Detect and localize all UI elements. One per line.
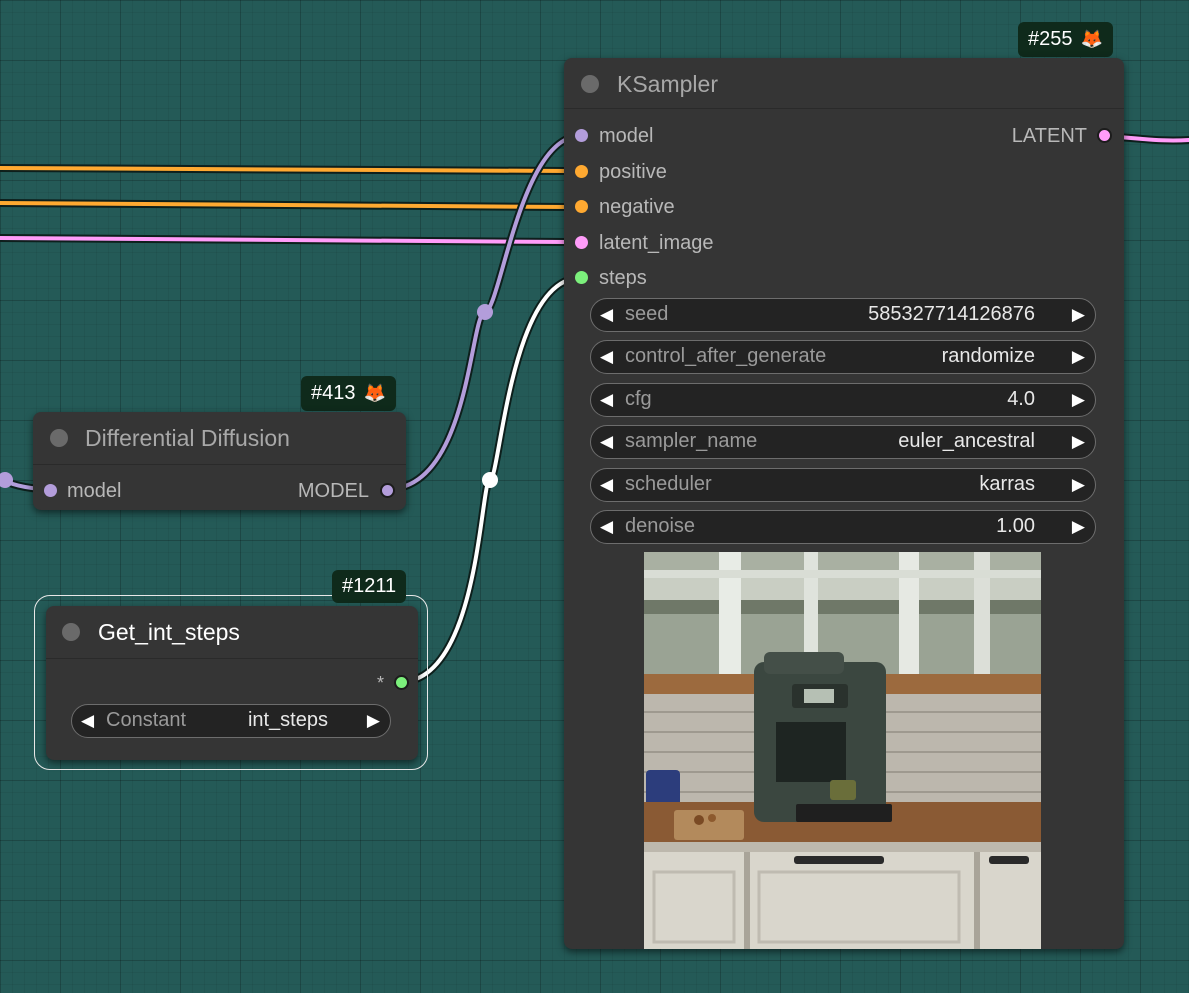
link-positive	[0, 164, 572, 175]
increment-arrow-icon[interactable]: ▶	[1072, 426, 1085, 457]
input-slot-positive-dot[interactable]	[575, 165, 588, 178]
node-title-bar[interactable]: Get_int_steps	[46, 606, 418, 659]
increment-arrow-icon[interactable]: ▶	[1072, 341, 1085, 372]
output-slot-latent: LATENT	[1011, 125, 1087, 147]
decrement-arrow-icon[interactable]: ◀	[81, 705, 94, 736]
preview-image[interactable]	[644, 552, 1041, 949]
widget-denoise[interactable]: ◀ denoise 1.00 ▶	[590, 510, 1096, 544]
decrement-arrow-icon[interactable]: ◀	[600, 426, 613, 457]
widget-label: cfg	[625, 388, 652, 410]
input-slot-model-dot[interactable]	[575, 129, 588, 142]
output-slot-int-dot[interactable]	[394, 675, 409, 690]
widget-scheduler[interactable]: ◀ scheduler karras ▶	[590, 468, 1096, 502]
link-model	[384, 132, 584, 493]
widget-value[interactable]: euler_ancestral	[898, 426, 1035, 457]
widget-value[interactable]: 585327714126876	[868, 299, 1035, 330]
widget-sampler-name[interactable]: ◀ sampler_name euler_ancestral ▶	[590, 425, 1096, 459]
node-title-bar[interactable]: Differential Diffusion	[33, 412, 406, 465]
node-title: Differential Diffusion	[85, 425, 290, 451]
reroute-dot-steps	[482, 472, 498, 488]
increment-arrow-icon[interactable]: ▶	[1072, 384, 1085, 415]
badge-text: #255	[1028, 28, 1073, 50]
decrement-arrow-icon[interactable]: ◀	[600, 299, 613, 330]
node-id-badge-differential-diffusion: #413 🦊	[301, 376, 396, 411]
link-negative	[0, 199, 572, 211]
node-graph-canvas[interactable]: #255 🦊 KSampler model positive negative l…	[0, 0, 1189, 993]
node-title-bar[interactable]: KSampler	[564, 58, 1124, 109]
link-latent-image	[0, 234, 572, 246]
differential-diffusion-node[interactable]: Differential Diffusion model MODEL	[33, 412, 406, 510]
input-slot-latent-image: latent_image	[599, 232, 714, 254]
node-title: Get_int_steps	[98, 619, 240, 645]
input-slot-negative-dot[interactable]	[575, 200, 588, 213]
collapse-dot[interactable]	[581, 75, 599, 93]
output-slot-model: MODEL	[297, 480, 369, 502]
widget-label: sampler_name	[625, 430, 758, 452]
decrement-arrow-icon[interactable]: ◀	[600, 511, 613, 542]
input-slot-latent-image-dot[interactable]	[575, 236, 588, 249]
increment-arrow-icon[interactable]: ▶	[1072, 511, 1085, 542]
widget-value[interactable]: 4.0	[1007, 384, 1035, 415]
collapse-dot[interactable]	[62, 623, 80, 641]
fox-icon: 🦊	[1080, 29, 1103, 49]
increment-arrow-icon[interactable]: ▶	[1072, 469, 1085, 500]
node-title: KSampler	[617, 71, 718, 97]
widget-control-after-generate[interactable]: ◀ control_after_generate randomize ▶	[590, 340, 1096, 374]
widget-label: scheduler	[625, 473, 712, 495]
widget-constant[interactable]: ◀ Constant int_steps ▶	[71, 704, 391, 738]
badge-text: #413	[311, 382, 356, 404]
input-slot-model: model	[599, 125, 654, 147]
input-slot-model-dot[interactable]	[44, 484, 57, 497]
reroute-dot-model	[477, 304, 493, 320]
input-slot-negative: negative	[599, 196, 675, 218]
increment-arrow-icon[interactable]: ▶	[367, 705, 380, 736]
widget-cfg[interactable]: ◀ cfg 4.0 ▶	[590, 383, 1096, 417]
widget-value[interactable]: karras	[979, 469, 1035, 500]
widget-value[interactable]: int_steps	[248, 705, 328, 736]
decrement-arrow-icon[interactable]: ◀	[600, 384, 613, 415]
get-int-steps-node[interactable]: Get_int_steps * ◀ Constant int_steps ▶	[46, 606, 418, 760]
widget-label: control_after_generate	[625, 345, 827, 367]
output-slot-model-dot[interactable]	[380, 483, 395, 498]
widget-label: seed	[625, 303, 669, 325]
collapse-dot[interactable]	[50, 429, 68, 447]
widget-label: Constant	[106, 709, 187, 731]
input-slot-positive: positive	[599, 161, 667, 183]
increment-arrow-icon[interactable]: ▶	[1072, 299, 1085, 330]
input-slot-steps-dot[interactable]	[575, 271, 588, 284]
ksampler-node[interactable]: KSampler model positive negative latent_…	[564, 58, 1124, 949]
decrement-arrow-icon[interactable]: ◀	[600, 341, 613, 372]
input-slot-model: model	[67, 480, 122, 502]
decrement-arrow-icon[interactable]: ◀	[600, 469, 613, 500]
output-slot-latent-dot[interactable]	[1097, 128, 1112, 143]
input-slot-steps: steps	[599, 267, 647, 289]
node-id-badge-get-int-steps: #1211	[332, 570, 407, 603]
reroute-dot-left	[0, 472, 13, 488]
fox-icon: 🦊	[363, 383, 386, 403]
widget-seed[interactable]: ◀ seed 585327714126876 ▶	[590, 298, 1096, 332]
kitchen-coffee-machine-preview	[644, 552, 1041, 949]
widget-value[interactable]: 1.00	[996, 511, 1035, 542]
widget-label: denoise	[625, 515, 696, 537]
output-slot-label: *	[376, 673, 384, 693]
node-id-badge-ksampler: #255 🦊	[1018, 22, 1113, 57]
badge-text: #1211	[342, 575, 397, 597]
widget-value[interactable]: randomize	[942, 341, 1035, 372]
